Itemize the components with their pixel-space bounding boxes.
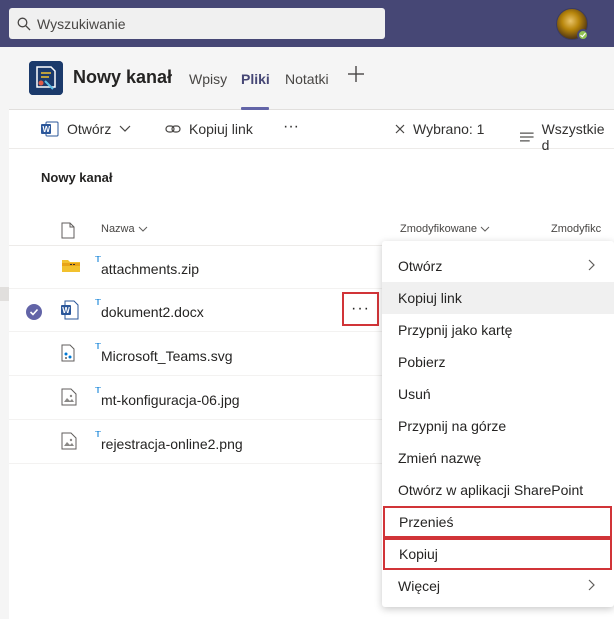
open-label: Otwórz <box>67 121 112 137</box>
menu-item-label: Otwórz <box>398 258 443 274</box>
menu-item-label: Kopiuj <box>399 546 438 562</box>
row-more-options-button[interactable]: ··· <box>342 292 379 326</box>
menu-item-more[interactable]: Więcej <box>382 570 614 602</box>
menu-item-pin-to-top[interactable]: Przypnij na górze <box>382 410 614 442</box>
tab-files[interactable]: Pliki <box>241 71 270 87</box>
checkmark-icon[interactable] <box>26 304 42 320</box>
link-icon <box>165 125 181 133</box>
search-placeholder: Wyszukiwanie <box>37 15 126 32</box>
search-input[interactable]: Wyszukiwanie <box>9 8 385 39</box>
column-name-label: Nazwa <box>101 223 135 235</box>
menu-item-label: Usuń <box>398 386 431 402</box>
menu-item-open[interactable]: Otwórz <box>382 250 614 282</box>
menu-item-label: Kopiuj link <box>398 290 462 306</box>
folder-breadcrumb: Nowy kanał <box>41 170 113 185</box>
svg-text:W: W <box>62 306 70 315</box>
menu-item-label: Przypnij jako kartę <box>398 322 513 338</box>
list-icon <box>520 132 534 142</box>
channel-header: Nowy kanał Wpisy Pliki Notatki <box>9 47 614 110</box>
image-file-icon <box>61 432 77 450</box>
column-modified[interactable]: Zmodyfikowane <box>400 223 490 235</box>
open-button[interactable]: W Otwórz <box>41 121 131 137</box>
menu-item-pin-as-tab[interactable]: Przypnij jako kartę <box>382 314 614 346</box>
file-name[interactable]: mt-konfiguracja-06.jpg <box>101 392 240 408</box>
menu-item-open-in-sharepoint[interactable]: Otwórz w aplikacji SharePoint <box>382 474 614 506</box>
svg-file-icon <box>61 344 75 362</box>
chevron-down-icon <box>119 125 131 132</box>
menu-item-copy-link[interactable]: Kopiuj link <box>382 282 614 314</box>
view-all-button[interactable]: Wszystkie d <box>520 121 614 153</box>
menu-item-label: Zmień nazwę <box>398 450 482 466</box>
file-name[interactable]: Microsoft_Teams.svg <box>101 348 232 364</box>
word-doc-icon: W <box>61 300 79 320</box>
menu-item-label: Przenieś <box>399 514 454 530</box>
more-options-button[interactable]: ··· <box>283 118 299 136</box>
selected-count: Wybrano: 1 <box>413 121 485 137</box>
channel-title: Nowy kanał <box>73 67 173 87</box>
menu-item-download[interactable]: Pobierz <box>382 346 614 378</box>
menu-item-delete[interactable]: Usuń <box>382 378 614 410</box>
left-rail-marker <box>0 287 9 301</box>
image-file-icon <box>61 388 77 406</box>
menu-item-copy[interactable]: Kopiuj <box>383 538 612 570</box>
search-icon <box>17 17 31 30</box>
menu-item-label: Więcej <box>398 578 441 594</box>
context-menu: Otwórz Kopiuj link Przypnij jako kartę P… <box>382 241 614 607</box>
tab-notes[interactable]: Notatki <box>285 71 329 87</box>
status-available-icon <box>577 29 589 41</box>
column-name[interactable]: Nazwa <box>101 223 148 235</box>
file-type-icon <box>61 222 75 239</box>
team-icon[interactable] <box>29 61 63 95</box>
zip-folder-icon <box>62 260 80 272</box>
menu-item-move[interactable]: Przenieś <box>383 506 612 538</box>
close-icon <box>395 124 405 134</box>
files-toolbar: W Otwórz Kopiuj link ··· Wybrano: 1 Wszy… <box>9 110 614 153</box>
add-tab-icon[interactable] <box>346 64 366 84</box>
chevron-right-icon <box>588 259 595 271</box>
tab-posts[interactable]: Wpisy <box>189 71 227 87</box>
copy-link-label: Kopiuj link <box>189 121 253 137</box>
clear-selection-button[interactable]: Wybrano: 1 <box>395 121 484 137</box>
word-icon: W <box>41 121 59 137</box>
menu-item-label: Pobierz <box>398 354 446 370</box>
view-all-label: Wszystkie d <box>541 121 605 153</box>
menu-item-label: Otwórz w aplikacji SharePoint <box>398 482 584 498</box>
svg-text:W: W <box>43 125 51 134</box>
file-name[interactable]: dokument2.docx <box>101 304 204 320</box>
top-bar: Wyszukiwanie <box>0 0 614 47</box>
column-modified-by[interactable]: Zmodyfikc <box>551 223 601 235</box>
copy-link-button[interactable]: Kopiuj link <box>165 121 253 137</box>
file-name[interactable]: rejestracja-online2.png <box>101 436 243 452</box>
chevron-right-icon <box>588 579 595 591</box>
chevron-down-icon <box>138 226 148 232</box>
column-modified-label: Zmodyfikowane <box>400 223 478 235</box>
chevron-down-icon <box>480 226 490 232</box>
file-name[interactable]: attachments.zip <box>101 261 199 277</box>
menu-item-rename[interactable]: Zmień nazwę <box>382 442 614 474</box>
menu-item-label: Przypnij na górze <box>398 418 507 434</box>
